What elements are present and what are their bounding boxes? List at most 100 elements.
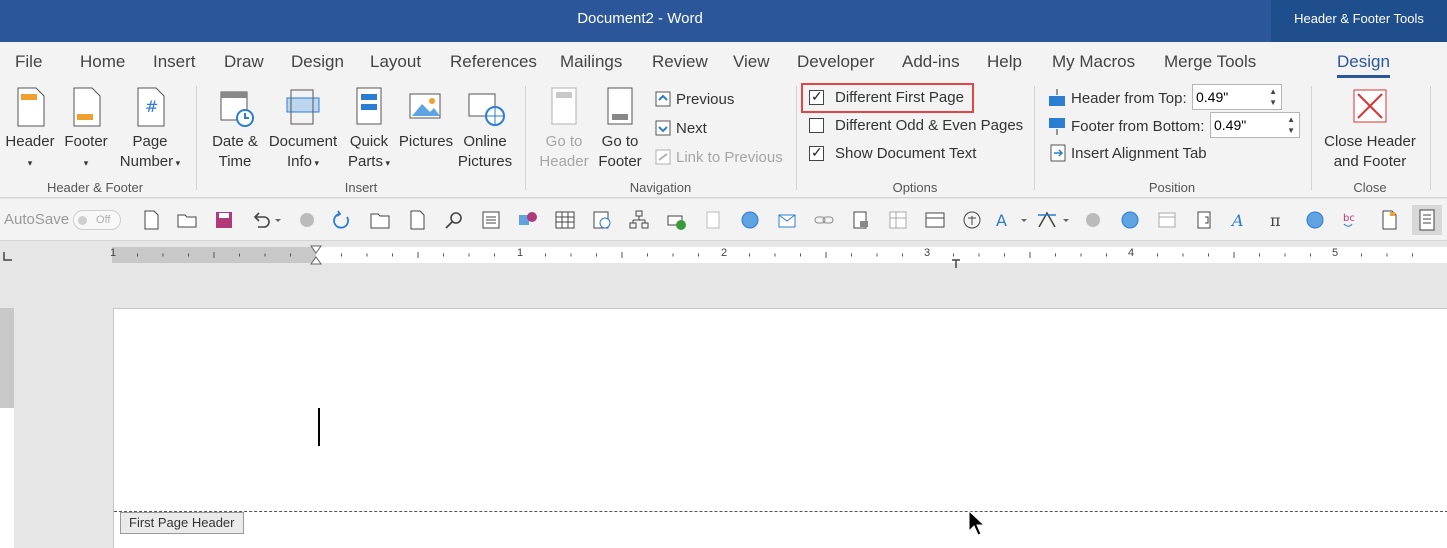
grid-table-icon[interactable] xyxy=(887,209,909,231)
spelling-icon[interactable]: bc xyxy=(1341,209,1363,231)
symbol-circle-icon[interactable] xyxy=(961,209,983,231)
org-chart-icon[interactable] xyxy=(628,209,650,231)
go-to-header-label-1: Go to xyxy=(545,133,583,150)
page-break-icon[interactable] xyxy=(1193,209,1215,231)
mail-icon[interactable] xyxy=(776,209,798,231)
redo-icon[interactable] xyxy=(331,209,353,231)
text-direction-icon[interactable] xyxy=(1036,209,1058,231)
tab-review[interactable]: Review xyxy=(652,52,708,72)
undo-dropdown-icon[interactable] xyxy=(272,209,284,231)
footer-from-bottom-value: 0.49" xyxy=(1214,117,1247,133)
ruler-number: 1 xyxy=(517,247,524,259)
horizontal-ruler[interactable]: 1 1 2 3 4 5 xyxy=(110,245,1447,268)
tab-references[interactable]: References xyxy=(450,52,537,72)
tab-my-macros[interactable]: My Macros xyxy=(1052,52,1135,72)
group-separator xyxy=(1430,86,1431,190)
date-time-button[interactable]: Date & Time xyxy=(206,86,264,172)
link-to-previous-button[interactable]: Link to Previous xyxy=(654,148,783,166)
page-number-button[interactable]: # Page Number ▾ xyxy=(116,86,184,173)
text-effects-icon[interactable]: A xyxy=(1230,209,1252,231)
footer-from-bottom-input[interactable]: 0.49" ▲ ▼ xyxy=(1210,112,1300,138)
document-info-button[interactable]: Document Info ▾ xyxy=(266,86,340,173)
link-chain-icon[interactable] xyxy=(813,209,835,231)
spin-down-icon[interactable]: ▼ xyxy=(1287,127,1295,135)
tab-home[interactable]: Home xyxy=(80,52,125,72)
insert-object-icon[interactable] xyxy=(591,209,613,231)
find-icon[interactable] xyxy=(443,209,465,231)
tab-view[interactable]: View xyxy=(733,52,770,72)
table-icon[interactable] xyxy=(554,209,576,231)
new-document-icon[interactable] xyxy=(140,209,162,231)
tab-file[interactable]: File xyxy=(15,52,42,72)
spin-down-icon[interactable]: ▼ xyxy=(1269,99,1277,107)
tab-developer[interactable]: Developer xyxy=(797,52,875,72)
tab-draw[interactable]: Draw xyxy=(224,52,264,72)
insert-alignment-tab-button[interactable]: Insert Alignment Tab xyxy=(1049,143,1207,163)
blank-page-icon[interactable] xyxy=(406,209,428,231)
text-direction-dropdown-icon[interactable] xyxy=(1060,209,1072,231)
tab-help[interactable]: Help xyxy=(987,52,1022,72)
different-odd-even-checkbox[interactable]: Different Odd & Even Pages xyxy=(809,117,1023,134)
equation-icon[interactable]: π xyxy=(1267,209,1289,231)
tab-merge-tools[interactable]: Merge Tools xyxy=(1164,52,1256,72)
autosave-toggle[interactable]: Off xyxy=(73,210,121,230)
header-button[interactable]: Header ▾ xyxy=(4,86,56,173)
read-mode-icon[interactable] xyxy=(1412,205,1442,235)
svg-text:A: A xyxy=(1230,211,1244,230)
tab-add-ins[interactable]: Add-ins xyxy=(902,52,960,72)
font-dropdown-icon[interactable] xyxy=(1018,209,1030,231)
next-button[interactable]: Next xyxy=(654,119,707,137)
shapes-icon[interactable] xyxy=(517,209,539,231)
header-label: Header xyxy=(5,133,55,150)
blue-circle-icon[interactable] xyxy=(1119,209,1141,231)
ribbon: Header ▾ Footer ▾ # Page Number ▾ Header & … xyxy=(0,80,1447,198)
folder-icon[interactable] xyxy=(369,209,391,231)
online-pictures-button[interactable]: Online Pictures xyxy=(456,86,514,172)
footer-button[interactable]: Footer ▾ xyxy=(60,86,112,173)
form-box-icon[interactable] xyxy=(924,209,946,231)
close-icon xyxy=(1353,89,1387,123)
go-to-header-button[interactable]: Go to Header xyxy=(536,86,592,172)
document-color-icon[interactable] xyxy=(1378,209,1400,231)
tab-stop-selector-icon[interactable] xyxy=(2,250,14,262)
disabled-circle-icon xyxy=(1086,213,1100,227)
text-list-icon[interactable] xyxy=(480,209,502,231)
group-separator xyxy=(1034,86,1035,190)
header-from-top-input[interactable]: 0.49" ▲ ▼ xyxy=(1192,84,1282,110)
vertical-ruler[interactable] xyxy=(0,308,14,548)
blue-circle-icon[interactable] xyxy=(1304,209,1326,231)
previous-button[interactable]: Previous xyxy=(654,90,734,108)
show-document-text-label: Show Document Text xyxy=(835,145,977,162)
show-document-text-checkbox[interactable]: Show Document Text xyxy=(809,144,977,162)
tab-header-footer-design[interactable]: Design xyxy=(1337,52,1390,78)
tab-mailings[interactable]: Mailings xyxy=(560,52,622,72)
indent-marker-icon[interactable] xyxy=(310,245,322,267)
tab-insert[interactable]: Insert xyxy=(153,52,196,72)
doc-stamp-icon[interactable] xyxy=(850,209,872,231)
header-boundary-line xyxy=(114,511,1447,512)
pictures-button[interactable]: Pictures xyxy=(398,86,454,152)
spin-up-icon[interactable]: ▲ xyxy=(1269,88,1277,96)
alignment-tab-icon xyxy=(1050,144,1066,162)
undo-icon[interactable] xyxy=(250,209,272,231)
tab-layout[interactable]: Layout xyxy=(370,52,421,72)
go-to-footer-button[interactable]: Go to Footer xyxy=(594,86,646,172)
quick-parts-button[interactable]: Quick Parts ▾ xyxy=(344,86,394,173)
blue-circle-icon[interactable] xyxy=(739,209,761,231)
autosave-toggle-state: Off xyxy=(96,214,111,226)
print-check-icon[interactable] xyxy=(665,209,687,231)
open-folder-icon[interactable] xyxy=(176,209,198,231)
header-from-top-value: 0.49" xyxy=(1196,89,1229,105)
group-separator xyxy=(196,86,197,190)
spin-up-icon[interactable]: ▲ xyxy=(1287,116,1295,124)
font-size-icon[interactable]: A xyxy=(994,209,1016,231)
tab-stop-marker-icon[interactable] xyxy=(951,259,961,269)
tab-design[interactable]: Design xyxy=(291,52,344,72)
group-label-header-footer: Header & Footer xyxy=(46,180,144,195)
save-icon[interactable] xyxy=(213,209,235,231)
header-position-icon xyxy=(1049,89,1065,106)
calendar-icon[interactable] xyxy=(1156,209,1178,231)
document-page[interactable]: First Page Header xyxy=(113,308,1447,548)
next-icon xyxy=(655,120,671,136)
close-header-footer-button[interactable]: Close Header and Footer xyxy=(1318,86,1422,172)
